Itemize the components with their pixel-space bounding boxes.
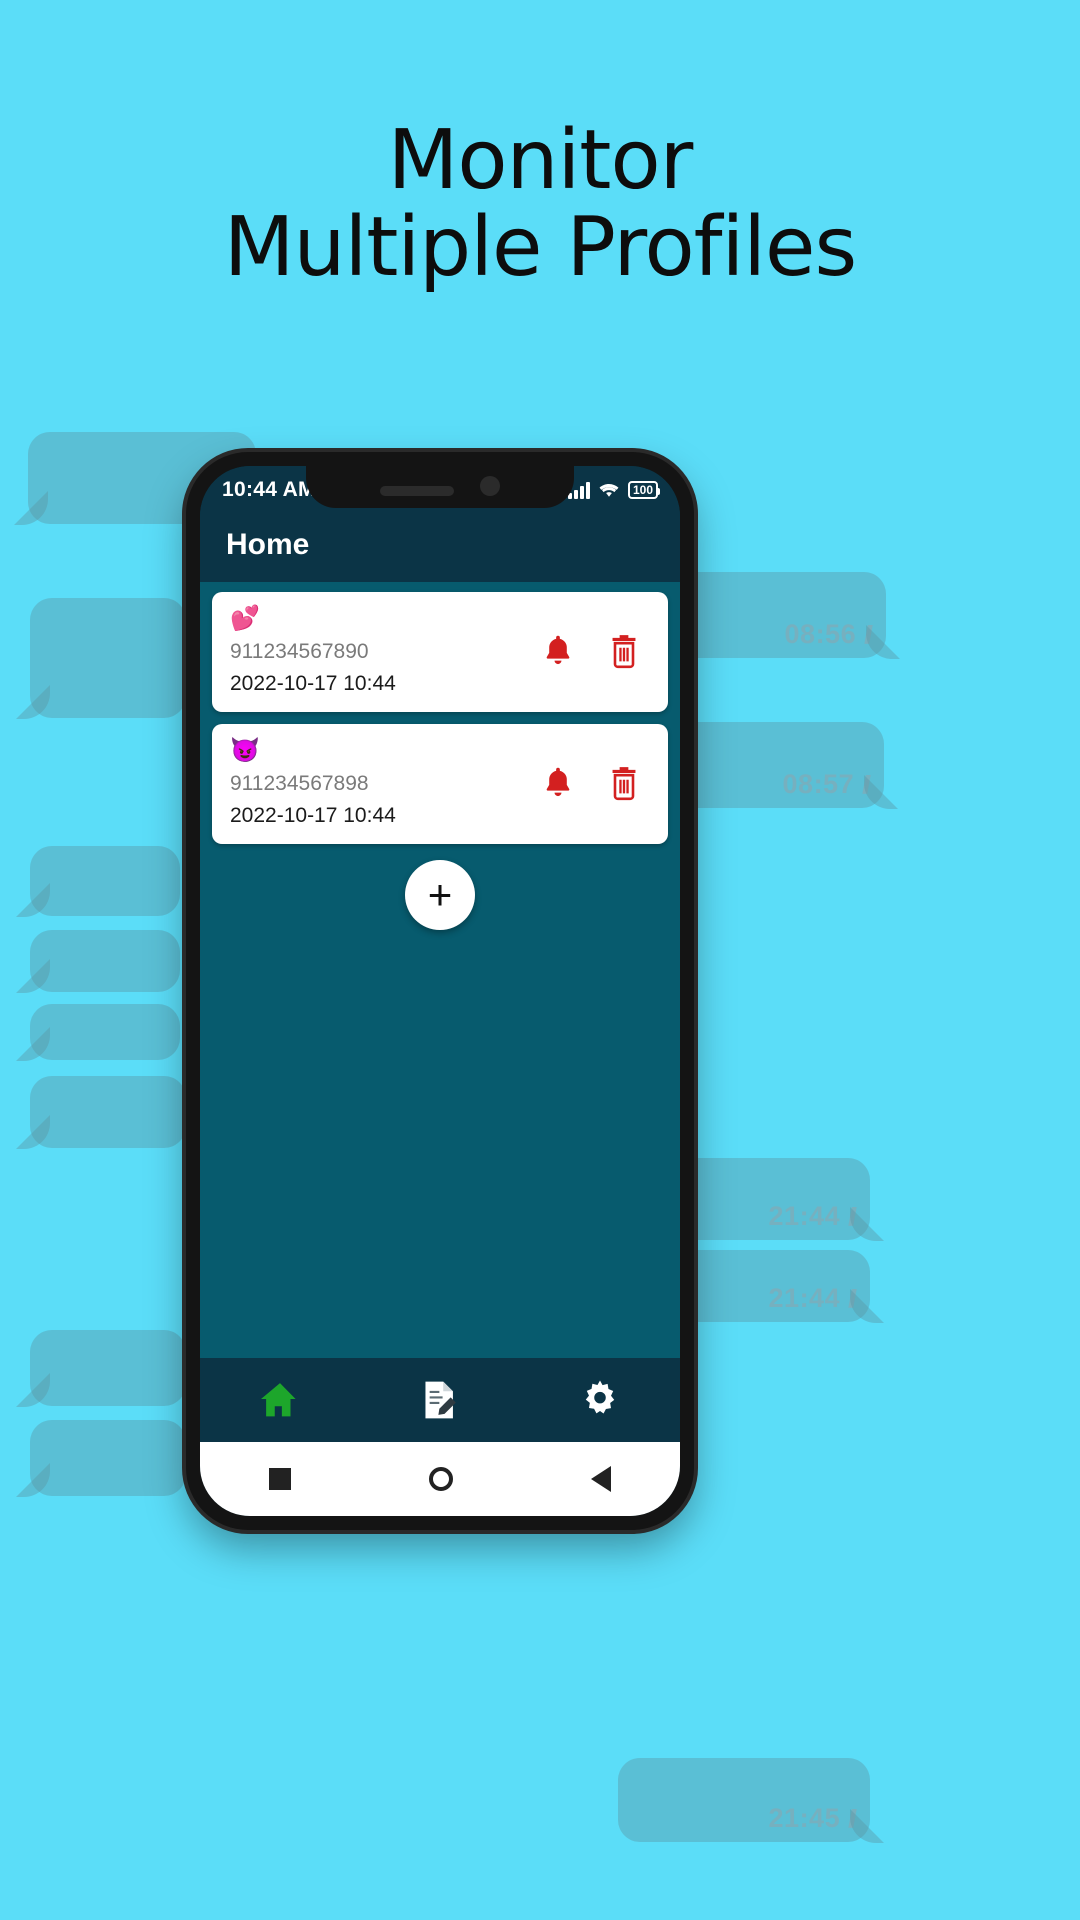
gear-icon [585,1380,615,1414]
notes-edit-icon [425,1381,456,1419]
profile-info: 😈 911234567898 2022-10-17 10:44 [230,737,538,828]
plus-icon: + [427,871,453,918]
decor-bubble [30,1076,186,1148]
profile-number: 911234567890 [230,640,369,663]
page-title: Home [226,528,310,561]
promo-heading: Monitor Multiple Profiles [0,117,1080,295]
decor-bubble [30,598,186,718]
smiling-imp-emoji: 😈 [230,737,260,764]
back-triangle-icon[interactable] [591,1466,611,1492]
trash-icon[interactable] [604,629,644,673]
bubble-timestamp: 21:44// [768,1201,857,1231]
trash-icon[interactable] [604,761,644,805]
bottom-navigation [200,1358,680,1442]
profile-actions [538,761,650,805]
wifi-icon [599,484,619,497]
app-bar: Home [200,514,680,582]
decor-bubble [30,930,180,992]
status-time: 10:44 AM [222,478,316,501]
decor-bubble [30,1330,186,1406]
home-icon [261,1383,296,1417]
profile-card[interactable]: 💕 911234567890 2022-10-17 10:44 [212,592,668,712]
battery-level: 100 [632,483,653,497]
bubble-timestamp: 21:44// [768,1283,857,1313]
phone-mockup: 10:44 AM 100 Home 💕 911234567890 2022-10… [186,452,694,1530]
bubble-timestamp: 08:56// [784,619,873,649]
decor-bubble [30,1004,180,1060]
bell-icon[interactable] [538,761,578,805]
profile-list: 💕 911234567890 2022-10-17 10:44 😈 911234… [200,582,680,1358]
add-profile-fab[interactable]: + [405,860,475,930]
decor-bubble: 21:45// [618,1758,870,1842]
two-hearts-emoji: 💕 [230,605,260,632]
profile-datetime: 2022-10-17 10:44 [230,672,396,695]
decor-bubble [30,846,180,916]
android-system-nav [200,1442,680,1516]
phone-notch [306,466,574,508]
recents-square-icon[interactable] [269,1468,291,1490]
decor-bubble [30,1420,186,1496]
profile-datetime: 2022-10-17 10:44 [230,804,396,827]
phone-screen: 10:44 AM 100 Home 💕 911234567890 2022-10… [200,466,680,1516]
status-bar: 10:44 AM 100 [200,466,680,514]
profile-actions [538,629,650,673]
nav-home[interactable] [200,1379,360,1421]
profile-info: 💕 911234567890 2022-10-17 10:44 [230,605,538,696]
speaker-grille-icon [380,486,454,496]
bubble-timestamp: 08:57// [782,769,871,799]
profile-card[interactable]: 😈 911234567898 2022-10-17 10:44 [212,724,668,844]
bell-icon[interactable] [538,629,578,673]
nav-notes[interactable] [360,1379,520,1421]
nav-settings[interactable] [520,1378,680,1422]
home-circle-icon[interactable] [429,1467,453,1491]
heading-line-1: Monitor [387,113,694,208]
battery-icon: 100 [627,481,661,499]
bubble-timestamp: 21:45// [768,1803,857,1833]
profile-number: 911234567898 [230,772,369,795]
heading-line-2: Multiple Profiles [223,199,857,295]
front-camera-icon [480,476,500,496]
